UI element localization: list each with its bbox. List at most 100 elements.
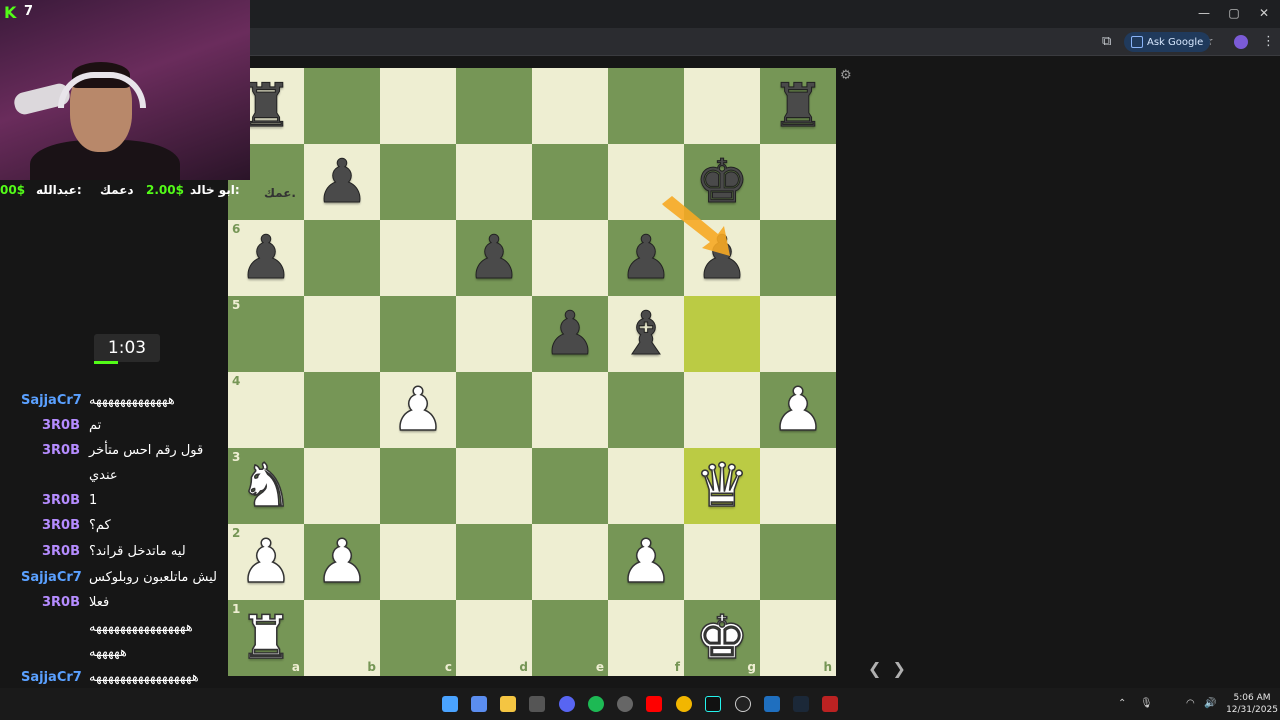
black-bishop-icon[interactable]: ♝: [608, 296, 684, 372]
square-d4[interactable]: [456, 372, 532, 448]
cast-icon[interactable]: ⧉: [1102, 34, 1111, 49]
chat-username[interactable]: SajjaCr7: [21, 570, 82, 585]
chat-username[interactable]: 3R0B: [42, 418, 80, 433]
volume-icon[interactable]: 🔊: [1204, 698, 1216, 709]
youtube-icon[interactable]: [646, 696, 662, 712]
square-f1[interactable]: f: [608, 600, 684, 676]
square-a3[interactable]: 3 ♞: [228, 448, 304, 524]
square-h7[interactable]: [760, 144, 836, 220]
menu-dots-icon[interactable]: ⋮: [1262, 34, 1275, 49]
square-h1[interactable]: h: [760, 600, 836, 676]
discord-icon[interactable]: [559, 696, 575, 712]
square-g5[interactable]: [684, 296, 760, 372]
white-king-icon[interactable]: ♚: [684, 600, 760, 676]
chat-username[interactable]: SajjaCr7: [21, 393, 82, 408]
square-e4[interactable]: [532, 372, 608, 448]
square-f3[interactable]: [608, 448, 684, 524]
steam-icon[interactable]: [793, 696, 809, 712]
square-b1[interactable]: b: [304, 600, 380, 676]
black-pawn-icon[interactable]: ♟: [456, 220, 532, 296]
square-f5[interactable]: ♝: [608, 296, 684, 372]
square-e8[interactable]: [532, 68, 608, 144]
white-queen-icon[interactable]: ♛: [684, 448, 760, 524]
chat-username[interactable]: SajjaCr7: [21, 670, 82, 685]
white-rook-icon[interactable]: ♜: [228, 600, 304, 676]
obs-icon[interactable]: [822, 696, 838, 712]
square-c4[interactable]: ♟: [380, 372, 456, 448]
square-c1[interactable]: c: [380, 600, 456, 676]
chat-username[interactable]: 3R0B: [42, 544, 80, 559]
white-pawn-icon[interactable]: ♟: [608, 524, 684, 600]
folder-icon[interactable]: [500, 696, 516, 712]
square-f2[interactable]: ♟: [608, 524, 684, 600]
square-b4[interactable]: [304, 372, 380, 448]
square-a4[interactable]: 4: [228, 372, 304, 448]
square-e3[interactable]: [532, 448, 608, 524]
chat-username[interactable]: 3R0B: [42, 595, 80, 610]
square-h4[interactable]: ♟: [760, 372, 836, 448]
tiktok-icon[interactable]: [705, 696, 721, 712]
square-c7[interactable]: [380, 144, 456, 220]
square-d5[interactable]: [456, 296, 532, 372]
square-a2[interactable]: 2 ♟: [228, 524, 304, 600]
square-h3[interactable]: [760, 448, 836, 524]
square-b7[interactable]: ♟: [304, 144, 380, 220]
chat-username[interactable]: 3R0B: [42, 443, 80, 458]
square-d7[interactable]: [456, 144, 532, 220]
square-h8[interactable]: ♜: [760, 68, 836, 144]
square-c6[interactable]: [380, 220, 456, 296]
black-pawn-icon[interactable]: ♟: [228, 220, 304, 296]
black-pawn-icon[interactable]: ♟: [532, 296, 608, 372]
square-g8[interactable]: [684, 68, 760, 144]
square-a5[interactable]: 5: [228, 296, 304, 372]
chrome-icon[interactable]: [676, 696, 692, 712]
square-h5[interactable]: [760, 296, 836, 372]
app-icon[interactable]: [529, 696, 545, 712]
square-d1[interactable]: d: [456, 600, 532, 676]
square-d3[interactable]: [456, 448, 532, 524]
store-icon[interactable]: [471, 696, 487, 712]
close-icon[interactable]: ✕: [1252, 6, 1276, 20]
square-h2[interactable]: [760, 524, 836, 600]
square-d2[interactable]: [456, 524, 532, 600]
square-b6[interactable]: [304, 220, 380, 296]
square-f8[interactable]: [608, 68, 684, 144]
square-a1[interactable]: 1 a ♜: [228, 600, 304, 676]
square-g1[interactable]: g ♚: [684, 600, 760, 676]
chrome-alt-icon[interactable]: [617, 696, 633, 712]
square-e5[interactable]: ♟: [532, 296, 608, 372]
system-clock[interactable]: 5:06 AM 12/31/2025: [1224, 692, 1280, 716]
start-icon[interactable]: [442, 696, 458, 712]
tray-chevron-icon[interactable]: ⌃: [1118, 698, 1126, 709]
black-rook-icon[interactable]: ♜: [760, 68, 836, 144]
monitor-icon[interactable]: [764, 696, 780, 712]
square-c2[interactable]: [380, 524, 456, 600]
square-g4[interactable]: [684, 372, 760, 448]
profile-avatar[interactable]: [1234, 35, 1248, 49]
square-b2[interactable]: ♟: [304, 524, 380, 600]
square-d6[interactable]: ♟: [456, 220, 532, 296]
prev-move-icon[interactable]: ❮: [868, 659, 881, 678]
chess-board[interactable]: 8♜♜7♟♚6♟♟♟♟5♟♝4♟♟3♞♛2♟♟♟1a♜bcdefg♚h: [228, 68, 836, 676]
square-d8[interactable]: [456, 68, 532, 144]
square-c3[interactable]: [380, 448, 456, 524]
black-pawn-icon[interactable]: ♟: [304, 144, 380, 220]
square-e7[interactable]: [532, 144, 608, 220]
square-h6[interactable]: [760, 220, 836, 296]
square-c8[interactable]: [380, 68, 456, 144]
square-e1[interactable]: e: [532, 600, 608, 676]
chat-username[interactable]: 3R0B: [42, 518, 80, 533]
white-knight-icon[interactable]: ♞: [228, 448, 304, 524]
square-b8[interactable]: [304, 68, 380, 144]
white-pawn-icon[interactable]: ♟: [228, 524, 304, 600]
square-c5[interactable]: [380, 296, 456, 372]
spotify-icon[interactable]: [588, 696, 604, 712]
white-pawn-icon[interactable]: ♟: [380, 372, 456, 448]
white-pawn-icon[interactable]: ♟: [304, 524, 380, 600]
openai-icon[interactable]: [735, 696, 751, 712]
board-settings-icon[interactable]: ⚙: [840, 68, 852, 83]
mic-tray-icon[interactable]: 🎙: [1140, 698, 1153, 709]
square-b3[interactable]: [304, 448, 380, 524]
square-g2[interactable]: [684, 524, 760, 600]
square-e2[interactable]: [532, 524, 608, 600]
